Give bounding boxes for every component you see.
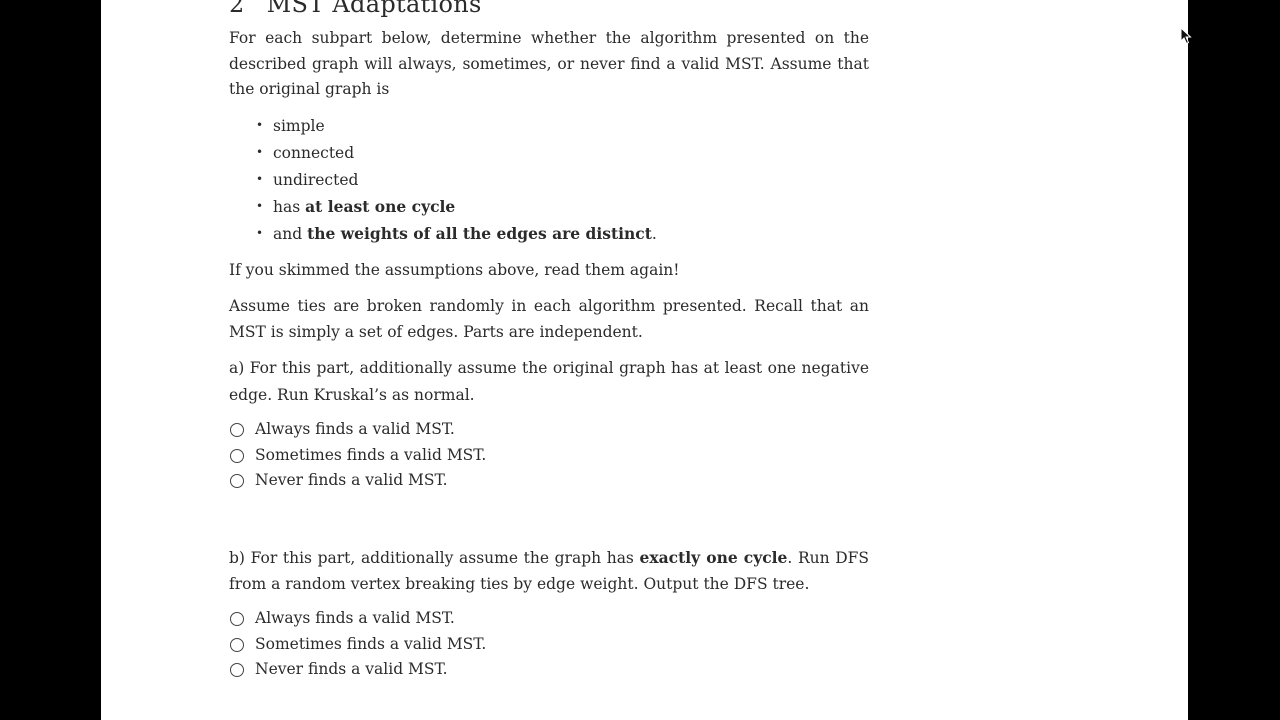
part-a-options: Always finds a valid MST. Sometimes find… [229,417,486,494]
option-label: Never finds a valid MST. [255,471,448,490]
part-text: For this part, additionally assume the g… [250,549,640,567]
option-sometimes[interactable]: Sometimes finds a valid MST. [229,632,486,658]
radio-button[interactable] [230,637,244,652]
assumption-prefix: has [273,198,306,216]
part-text: For this part, additionally assume the o… [229,359,869,404]
section-number: 2 [229,0,245,18]
option-label: Always finds a valid MST. [255,420,455,438]
part-label: a) [229,359,245,377]
option-sometimes[interactable]: Sometimes finds a valid MST. [229,443,486,469]
option-label: Always finds a valid MST. [255,609,455,627]
ties-note: Assume ties are broken randomly in each … [229,297,869,341]
option-always[interactable]: Always finds a valid MST. [229,606,486,632]
option-never[interactable]: Never finds a valid MST. [229,657,486,683]
option-label: Sometimes finds a valid MST. [255,445,487,464]
intro-paragraph: For each subpart below, determine whethe… [229,29,869,98]
assumption-text: simple [273,117,325,135]
section-heading: 2 MST Adaptations [229,0,482,18]
radio-button[interactable] [230,663,244,678]
assumption-item: • connected [229,139,657,166]
assumption-item: • simple [229,112,657,139]
bullet: • [256,118,264,132]
part-a-question: a) For this part, additionally assume th… [229,356,869,408]
part-label: b) [229,549,245,567]
assumption-text: undirected [273,171,359,189]
assumption-suffix: . [651,225,657,243]
assumption-text: connected [273,144,355,162]
mouse-cursor-icon [1180,27,1192,45]
section-title: MST Adaptations [266,0,482,18]
bullet: • [256,199,264,213]
option-always[interactable]: Always finds a valid MST. [229,417,486,443]
assumption-item: • undirected [229,166,657,193]
assumption-item: • has at least one cycle [229,193,657,220]
bullet: • [256,145,264,159]
option-label: Never finds a valid MST. [255,660,448,679]
option-never[interactable]: Never finds a valid MST. [229,468,486,494]
radio-button[interactable] [230,422,244,437]
assumption-item: • and the weights of all the edges are di… [229,220,657,247]
radio-button[interactable] [230,474,244,489]
part-b-question: b) For this part, additionally assume th… [229,545,869,597]
document-page: 2 MST Adaptations For each subpart below,… [101,0,1188,720]
bullet: • [256,226,264,240]
radio-button[interactable] [230,448,244,463]
part-b-options: Always finds a valid MST. Sometimes find… [229,606,486,683]
option-label: Sometimes finds a valid MST. [255,634,487,653]
assumption-bold: the weights of all the edges are distinc… [307,224,652,243]
assumption-prefix: and [273,225,308,243]
part-bold-text: exactly one cycle [639,548,788,567]
radio-button[interactable] [230,611,244,626]
assumption-bold: at least one cycle [305,197,456,216]
assumptions-list: • simple • connected • undirected • has at l… [229,112,657,247]
skim-note: If you skimmed the assumptions above, re… [229,261,680,279]
bullet: • [256,172,264,186]
